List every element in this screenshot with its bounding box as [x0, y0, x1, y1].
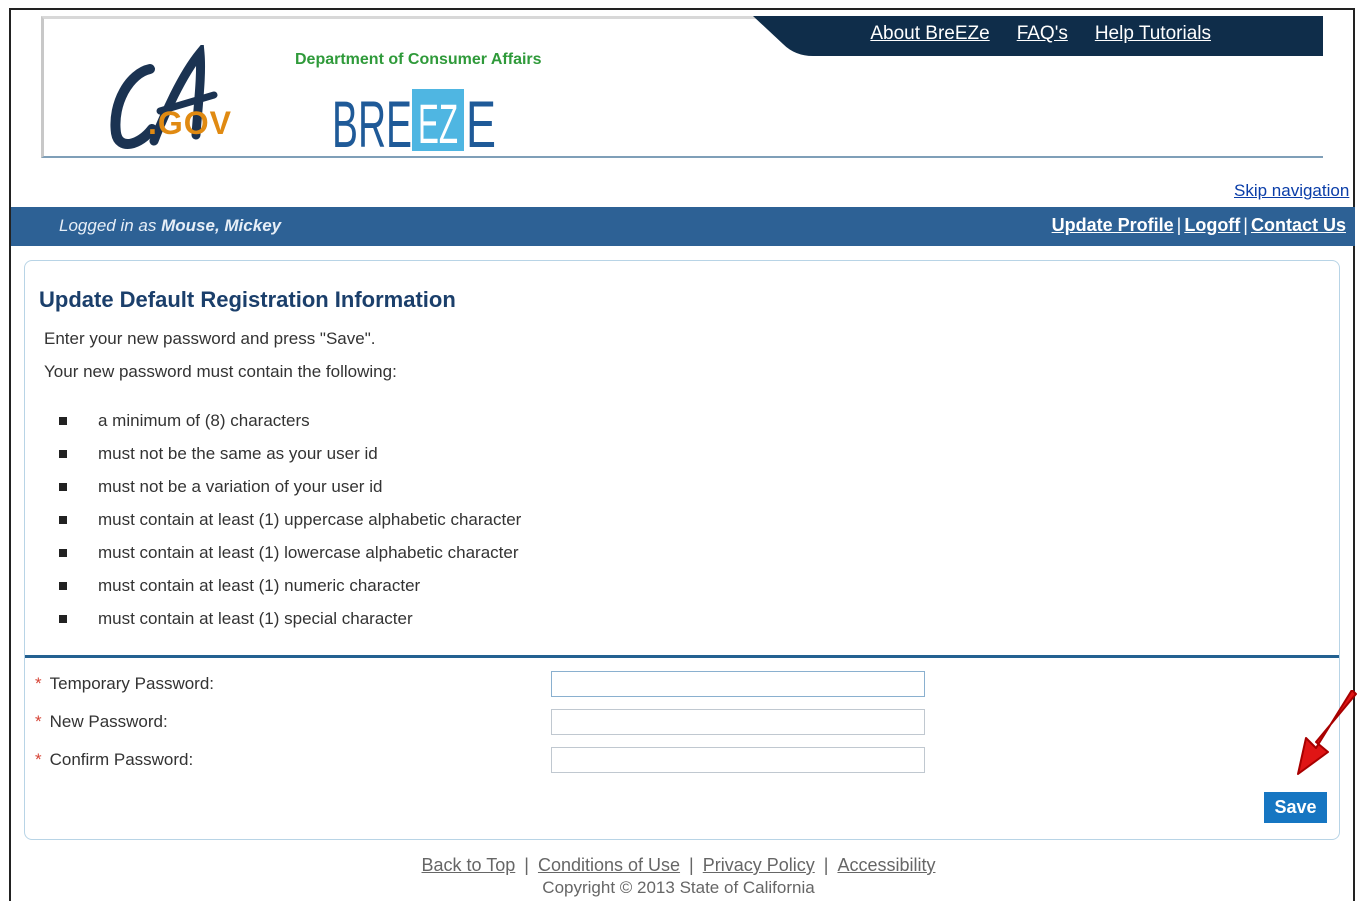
rule-text: must contain at least (1) numeric charac…: [98, 576, 421, 595]
contact-us-link[interactable]: Contact Us: [1251, 215, 1346, 235]
separator: |: [823, 855, 829, 875]
rule-text: must not be the same as your user id: [98, 444, 378, 463]
registration-panel: Update Default Registration Information …: [24, 260, 1340, 840]
confirm-password-input[interactable]: [551, 747, 925, 773]
rule-text: must contain at least (1) special charac…: [98, 609, 413, 628]
list-item: must not be a variation of your user id: [59, 477, 521, 510]
red-arrow-icon: [1297, 690, 1357, 775]
logged-in-status: Logged in as Mouse, Mickey: [59, 216, 281, 236]
logoff-link[interactable]: Logoff: [1184, 215, 1240, 235]
rule-text: must not be a variation of your user id: [98, 477, 383, 496]
breeze-logo[interactable]: BRE EZ E: [332, 85, 552, 176]
back-to-top-link[interactable]: Back to Top: [422, 855, 516, 875]
temporary-password-label: Temporary Password:: [49, 674, 215, 693]
svg-text:E: E: [466, 87, 496, 161]
list-item: must not be the same as your user id: [59, 444, 521, 477]
bullet-icon: [59, 450, 67, 458]
separator: |: [1176, 215, 1182, 235]
site-header: About BreEZe FAQ's Help Tutorials .GOV D…: [41, 16, 1323, 161]
list-item: must contain at least (1) numeric charac…: [59, 576, 521, 609]
help-tutorials-link[interactable]: Help Tutorials: [1095, 23, 1211, 45]
required-marker: *: [35, 674, 42, 693]
temporary-password-input[interactable]: [551, 671, 925, 697]
faqs-link[interactable]: FAQ's: [1017, 23, 1068, 45]
privacy-policy-link[interactable]: Privacy Policy: [703, 855, 815, 875]
list-item: must contain at least (1) uppercase alph…: [59, 510, 521, 543]
separator: |: [1243, 215, 1248, 235]
temporary-password-row: * Temporary Password:: [35, 671, 1135, 697]
copyright-text: Copyright © 2013 State of California: [542, 878, 815, 897]
required-marker: *: [35, 750, 42, 769]
list-item: must contain at least (1) lowercase alph…: [59, 543, 521, 576]
bullet-icon: [59, 516, 67, 524]
conditions-of-use-link[interactable]: Conditions of Use: [538, 855, 680, 875]
rule-text: a minimum of (8) characters: [98, 411, 310, 430]
confirm-password-row: * Confirm Password:: [35, 747, 1135, 773]
accessibility-link[interactable]: Accessibility: [837, 855, 935, 875]
bullet-icon: [59, 483, 67, 491]
update-profile-link[interactable]: Update Profile: [1052, 215, 1174, 235]
section-divider: [25, 655, 1339, 658]
skip-navigation-link[interactable]: Skip navigation: [1234, 181, 1349, 201]
password-rules-list: a minimum of (8) characters must not be …: [59, 411, 521, 642]
separator: |: [524, 855, 529, 875]
required-marker: *: [35, 712, 42, 731]
save-button[interactable]: Save: [1264, 792, 1327, 823]
session-bar: Logged in as Mouse, Mickey Update Profil…: [11, 207, 1355, 246]
bullet-icon: [59, 417, 67, 425]
bullet-icon: [59, 615, 67, 623]
requirements-heading: Your new password must contain the follo…: [44, 362, 397, 381]
svg-text:EZ: EZ: [418, 92, 458, 155]
page-title: Update Default Registration Information: [39, 287, 456, 312]
list-item: must contain at least (1) special charac…: [59, 609, 521, 642]
bullet-icon: [59, 582, 67, 590]
user-name: Mouse, Mickey: [161, 216, 282, 235]
ca-gov-text: .GOV: [148, 105, 233, 141]
rule-text: must contain at least (1) uppercase alph…: [98, 510, 522, 529]
department-name: Department of Consumer Affairs: [295, 51, 542, 68]
confirm-password-label: Confirm Password:: [49, 750, 194, 769]
new-password-label: New Password:: [49, 712, 168, 731]
logged-in-prefix: Logged in as: [59, 216, 157, 235]
svg-text:BRE: BRE: [332, 87, 412, 161]
bullet-icon: [59, 549, 67, 557]
new-password-row: * New Password:: [35, 709, 1135, 735]
instructions-text: Enter your new password and press "Save"…: [44, 329, 376, 348]
separator: |: [689, 855, 694, 875]
about-breeze-link[interactable]: About BreEZe: [870, 23, 989, 45]
footer-links: Back to Top | Conditions of Use | Privacy Po…: [0, 855, 1357, 876]
new-password-input[interactable]: [551, 709, 925, 735]
rule-text: must contain at least (1) lowercase alph…: [98, 543, 519, 562]
top-nav-bar: About BreEZe FAQ's Help Tutorials: [753, 16, 1323, 56]
list-item: a minimum of (8) characters: [59, 411, 521, 444]
